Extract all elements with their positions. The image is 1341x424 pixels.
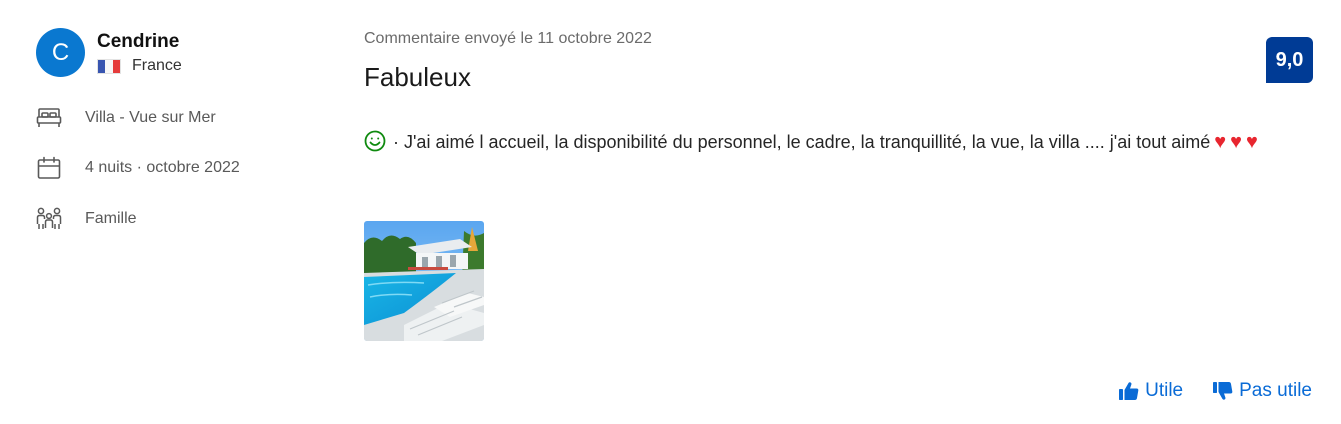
review-card: C Cendrine France Villa - Vue sur Mer 4 …	[0, 0, 1341, 424]
traveler-type: Famille	[36, 206, 336, 232]
review-title: Fabuleux	[364, 62, 471, 92]
smiley-icon	[364, 130, 386, 162]
hearts-icon: ♥♥♥	[1214, 131, 1262, 153]
reviewer-panel: C Cendrine France Villa - Vue sur Mer 4 …	[36, 28, 336, 232]
family-icon	[36, 206, 62, 232]
reviewer-country: France	[97, 57, 182, 75]
thumbs-down-icon	[1213, 382, 1233, 400]
calendar-icon	[36, 155, 62, 181]
score-badge: 9,0	[1266, 37, 1313, 83]
stay-duration-label: 4 nuits · octobre 2022	[85, 159, 240, 176]
not-helpful-button[interactable]: Pas utile	[1213, 380, 1312, 402]
reviewer-info: Cendrine France	[97, 30, 182, 75]
reviewer-name: Cendrine	[97, 31, 180, 52]
review-date: Commentaire envoyé le 11 octobre 2022	[364, 30, 652, 47]
review-content: Commentaire envoyé le 11 octobre 2022 Fa…	[364, 30, 1264, 341]
bed-icon	[36, 105, 62, 131]
avatar: C	[36, 28, 85, 77]
review-positive-text: · J'ai aimé l accueil, la disponibilité …	[388, 132, 1211, 152]
helpful-label: Utile	[1145, 380, 1184, 401]
helpful-button[interactable]: Utile	[1119, 380, 1183, 402]
room-type: Villa - Vue sur Mer	[36, 105, 336, 131]
thumbs-up-icon	[1119, 382, 1139, 400]
country-label: France	[132, 57, 182, 74]
reviewer-header: C Cendrine France	[36, 28, 336, 77]
review-actions: Utile Pas utile	[1119, 380, 1312, 402]
review-text: · J'ai aimé l accueil, la disponibilité …	[364, 127, 1284, 162]
traveler-type-label: Famille	[85, 210, 137, 227]
stay-duration: 4 nuits · octobre 2022	[36, 155, 336, 181]
review-photo[interactable]	[364, 221, 484, 341]
not-helpful-label: Pas utile	[1239, 380, 1312, 401]
flag-france-icon	[97, 58, 121, 74]
room-label: Villa - Vue sur Mer	[85, 109, 216, 126]
